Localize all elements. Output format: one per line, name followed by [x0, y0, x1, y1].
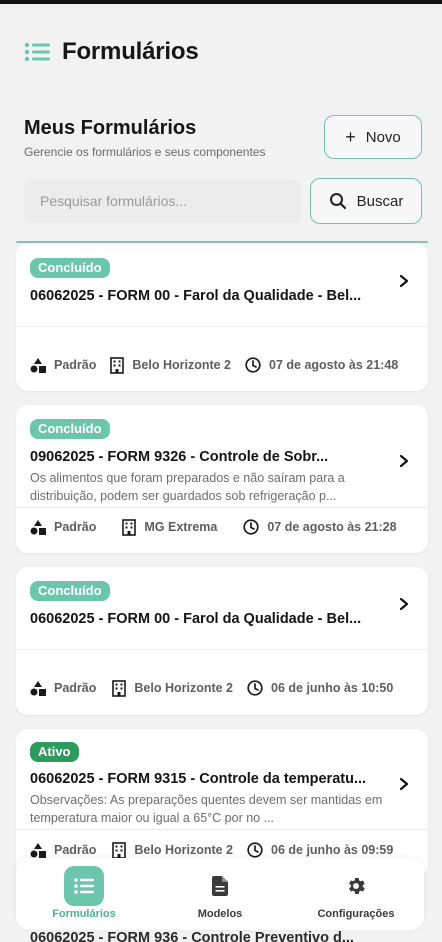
form-title: 06062025 - FORM 00 - Farol da Qualidade … — [30, 611, 362, 627]
search-icon — [329, 193, 346, 210]
nav-item-modelos[interactable]: Modelos — [152, 858, 288, 930]
form-date: 07 de agosto às 21:48 — [269, 358, 399, 372]
form-unit: Belo Horizonte 2 — [134, 843, 234, 857]
search-input[interactable] — [24, 179, 301, 223]
document-icon — [200, 866, 240, 906]
card-divider — [16, 829, 428, 830]
form-type: Padrão — [54, 520, 97, 534]
status-badge: Concluído — [30, 581, 110, 601]
meta-type: Padrão — [30, 357, 97, 373]
bottom-navigation: Formulários Modelos Configurações — [16, 858, 424, 930]
chevron-right-icon[interactable] — [398, 454, 410, 468]
form-date: 06 de junho às 09:59 — [271, 843, 394, 857]
meta-type: Padrão — [30, 842, 97, 858]
chevron-right-icon[interactable] — [398, 597, 410, 611]
card-divider — [16, 326, 428, 327]
nav-label: Configurações — [317, 908, 395, 920]
new-form-label: Novo — [365, 128, 401, 146]
form-meta: Padrão Belo Horizonte 2 06 de junho às 0… — [30, 840, 407, 860]
form-title: 06062025 - FORM 00 - Farol da Qualidade … — [30, 288, 362, 304]
meta-unit: Belo Horizonte 2 — [110, 356, 232, 374]
form-card[interactable]: Ativo 06062025 - FORM 9315 - Controle da… — [16, 729, 428, 877]
card-divider — [16, 507, 428, 508]
building-icon — [112, 679, 127, 697]
card-divider — [16, 649, 428, 650]
clock-icon — [247, 680, 263, 696]
meta-date: 06 de junho às 10:50 — [247, 680, 393, 696]
nav-label: Modelos — [197, 908, 243, 920]
form-unit: MG Extrema — [144, 520, 218, 534]
building-icon — [110, 356, 125, 374]
shapes-icon — [30, 680, 46, 696]
page-title: Formulários — [62, 38, 199, 65]
section-title: Meus Formulários — [24, 117, 197, 139]
search-button[interactable]: Buscar — [310, 178, 422, 224]
app-header: Formulários — [24, 36, 199, 68]
plus-icon: + — [345, 127, 356, 147]
form-meta: Padrão Belo Horizonte 2 07 de agosto às … — [30, 355, 412, 375]
meta-unit: Belo Horizonte 2 — [112, 841, 234, 859]
form-date: 07 de agosto às 21:28 — [267, 520, 397, 534]
form-title: 06062025 - FORM 9315 - Controle da tempe… — [30, 771, 367, 787]
menu-list-icon[interactable] — [24, 41, 52, 63]
form-description: Observações: As preparações quentes deve… — [30, 793, 383, 825]
clock-icon — [247, 842, 263, 858]
form-title: 09062025 - FORM 9326 - Controle de Sobr.… — [30, 449, 329, 465]
status-badge: Ativo — [30, 742, 79, 762]
new-form-button[interactable]: + Novo — [324, 115, 422, 159]
nav-item-configuracoes[interactable]: Configurações — [288, 858, 424, 930]
search-button-label: Buscar — [356, 192, 404, 210]
gear-icon — [336, 866, 376, 906]
clock-icon — [243, 519, 259, 535]
meta-type: Padrão — [30, 519, 97, 535]
form-unit: Belo Horizonte 2 — [134, 681, 234, 695]
meta-unit: Belo Horizonte 2 — [112, 679, 234, 697]
form-description: Os alimentos que foram preparados e não … — [30, 471, 345, 503]
form-type: Padrão — [54, 358, 97, 372]
section-subtitle: Gerencie os formulários e seus component… — [24, 145, 266, 159]
building-icon — [122, 518, 137, 536]
status-badge: Concluído — [30, 258, 110, 278]
form-title-peek[interactable]: 06062025 - FORM 936 - Controle Preventiv… — [30, 930, 354, 942]
meta-date: 07 de agosto às 21:48 — [245, 357, 398, 373]
form-type: Padrão — [54, 681, 97, 695]
shapes-icon — [30, 357, 46, 373]
list-icon — [64, 866, 104, 906]
form-type: Padrão — [54, 843, 97, 857]
form-date: 06 de junho às 10:50 — [271, 681, 394, 695]
form-card[interactable]: Concluído 09062025 - FORM 9326 - Control… — [16, 405, 428, 553]
form-card[interactable]: Concluído 06062025 - FORM 00 - Farol da … — [16, 243, 428, 391]
nav-item-formularios[interactable]: Formulários — [16, 858, 152, 930]
status-bar — [0, 0, 442, 4]
status-badge: Concluído — [30, 419, 110, 439]
chevron-right-icon[interactable] — [398, 777, 410, 791]
chevron-right-icon[interactable] — [398, 274, 410, 288]
building-icon — [112, 841, 127, 859]
shapes-icon — [30, 842, 46, 858]
shapes-icon — [30, 519, 46, 535]
meta-date: 07 de agosto às 21:28 — [243, 519, 397, 535]
form-card[interactable]: Concluído 06062025 - FORM 00 - Farol da … — [16, 567, 428, 715]
meta-date: 06 de junho às 09:59 — [247, 842, 393, 858]
meta-type: Padrão — [30, 680, 97, 696]
form-meta: Padrão MG Extrema 07 de agosto às 21:28 — [30, 517, 411, 537]
form-meta: Padrão Belo Horizonte 2 06 de junho às 1… — [30, 678, 407, 698]
form-unit: Belo Horizonte 2 — [132, 358, 232, 372]
meta-unit: MG Extrema — [122, 518, 218, 536]
clock-icon — [245, 357, 261, 373]
nav-label: Formulários — [52, 908, 116, 920]
